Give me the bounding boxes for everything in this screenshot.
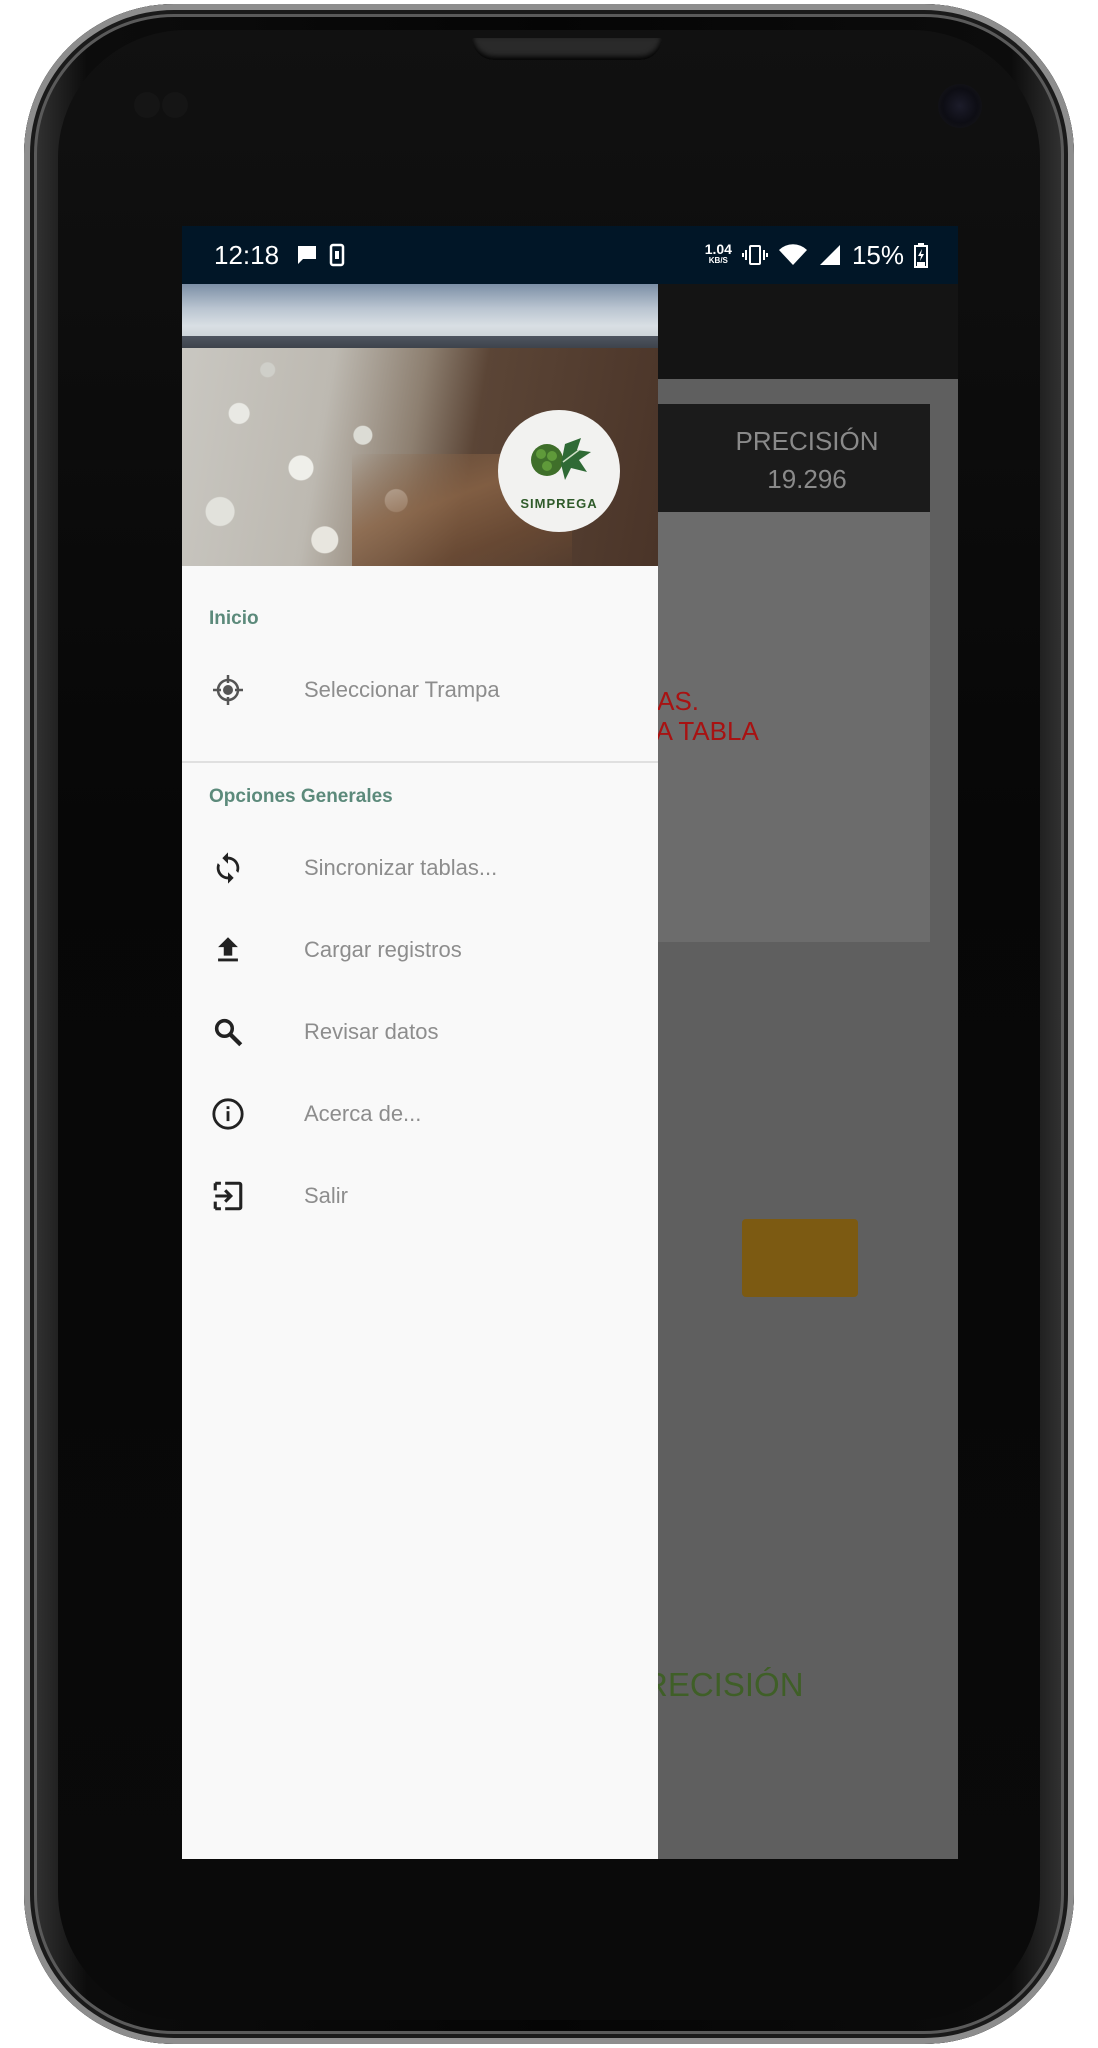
precision-value: 19.296 bbox=[767, 464, 847, 494]
status-bar: 12:18 1.04 KB/S 15% bbox=[182, 226, 958, 284]
exit-icon bbox=[210, 1178, 246, 1214]
upload-icon bbox=[210, 932, 246, 968]
screen: PRECISIÓN 19.296 GNADAS. ZAR LA TABLA S … bbox=[182, 226, 958, 1859]
simprega-logo: SIMPREGA bbox=[498, 410, 620, 532]
menu-label: Seleccionar Trampa bbox=[304, 677, 500, 702]
network-speed-value: 1.04 bbox=[704, 241, 732, 257]
status-time: 12:18 bbox=[214, 239, 280, 270]
menu-item-cargar-registros[interactable]: Cargar registros bbox=[182, 910, 658, 990]
network-speed: 1.04 KB/S bbox=[704, 241, 732, 267]
search-icon bbox=[210, 1014, 246, 1050]
menu-label: Cargar registros bbox=[304, 937, 462, 962]
menu-label: Salir bbox=[304, 1183, 349, 1208]
menu-item-acerca-de[interactable]: Acerca de... bbox=[182, 1074, 658, 1154]
cell-signal-icon bbox=[819, 245, 840, 265]
logo-text: SIMPREGA bbox=[520, 496, 598, 511]
menu-label: Acerca de... bbox=[304, 1101, 422, 1126]
front-camera bbox=[938, 84, 982, 128]
message-notification-icon bbox=[298, 246, 317, 264]
menu-label: Sincronizar tablas... bbox=[304, 855, 498, 880]
menu-item-sincronizar-tablas[interactable]: Sincronizar tablas... bbox=[182, 828, 658, 908]
battery-percent: 15% bbox=[851, 239, 904, 270]
network-speed-unit: KB/S bbox=[708, 256, 728, 265]
battery-charging-icon bbox=[914, 243, 928, 268]
vibrate-icon bbox=[741, 245, 768, 265]
device-notification-icon bbox=[329, 243, 345, 267]
sync-icon bbox=[210, 850, 246, 886]
info-icon bbox=[210, 1096, 246, 1132]
wifi-icon bbox=[778, 244, 807, 265]
menu-item-seleccionar-trampa[interactable]: Seleccionar Trampa bbox=[182, 650, 658, 730]
sky bbox=[182, 284, 658, 344]
section-divider bbox=[182, 761, 658, 763]
proximity-sensor bbox=[134, 92, 160, 118]
section-title-opciones-generales: Opciones Generales bbox=[209, 786, 393, 807]
precision-label: PRECISIÓN bbox=[735, 426, 879, 456]
navigation-drawer[interactable]: SIMPREGA Inicio Seleccionar Trampa Opcio… bbox=[182, 284, 658, 1859]
section-title-inicio: Inicio bbox=[209, 608, 259, 629]
crosshair-icon bbox=[210, 672, 246, 708]
menu-label: Revisar datos bbox=[304, 1019, 439, 1044]
drawer-header-image: SIMPREGA bbox=[182, 284, 658, 566]
action-button[interactable] bbox=[742, 1219, 858, 1297]
light-sensor bbox=[162, 92, 188, 118]
leaf-logo-icon bbox=[531, 438, 591, 480]
menu-item-revisar-datos[interactable]: Revisar datos bbox=[182, 992, 658, 1072]
menu-item-salir[interactable]: Salir bbox=[182, 1156, 658, 1236]
precision-readout: PRECISIÓN 19.296 bbox=[702, 422, 912, 498]
earpiece-speaker bbox=[472, 38, 662, 60]
